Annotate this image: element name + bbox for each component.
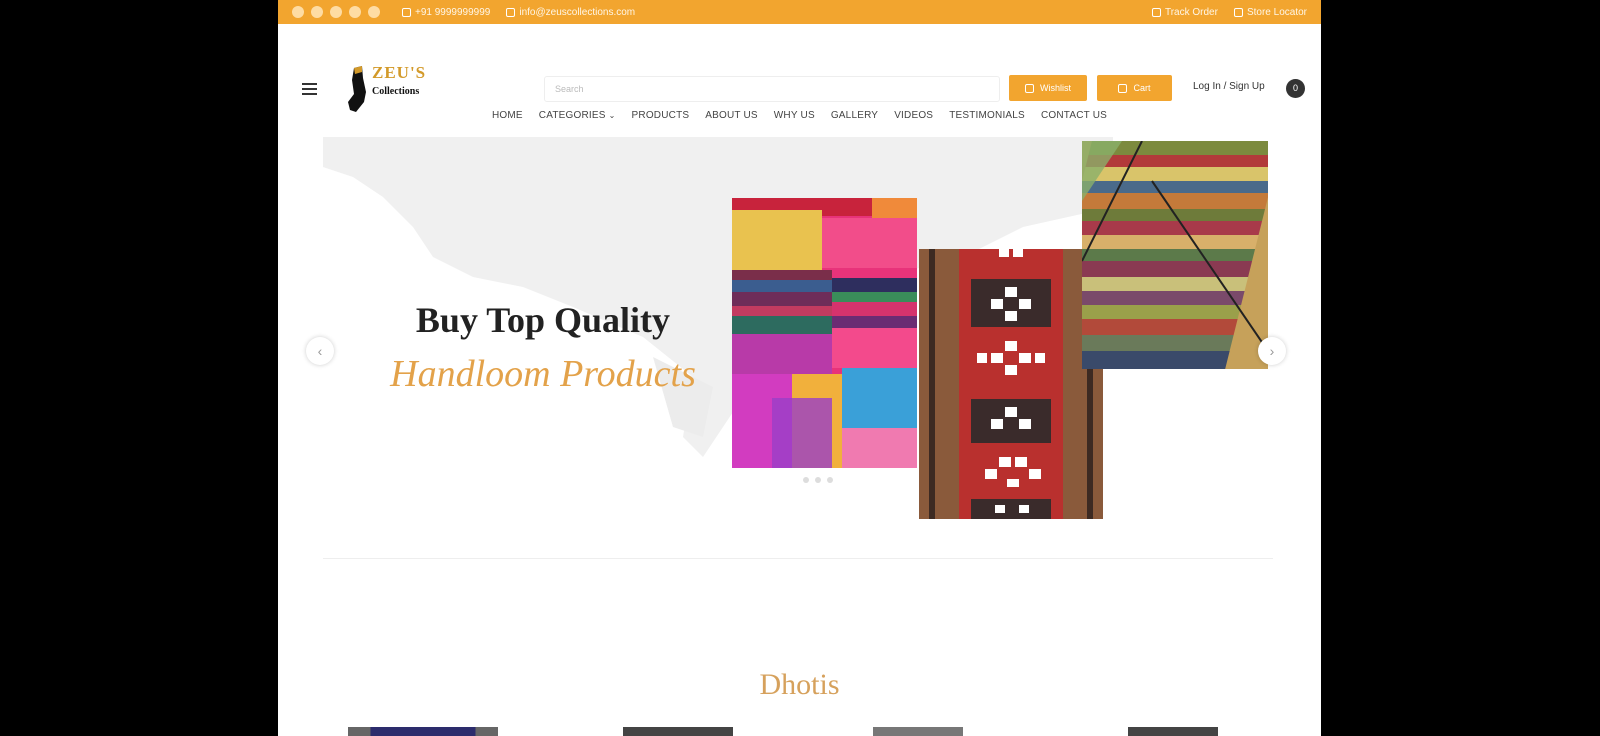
cart-label: Cart [1133, 83, 1151, 93]
slider-dot[interactable] [803, 477, 809, 483]
email-contact[interactable]: info@zeuscollections.com [506, 7, 635, 18]
phone-icon [402, 7, 411, 17]
truck-icon [1151, 7, 1161, 17]
nav-categories-label: CATEGORIES [538, 110, 606, 121]
site-header: ZEU'S Collections Search Wishlist Cart L… [278, 24, 1321, 112]
slider-dot[interactable] [815, 477, 821, 483]
nav-about-us[interactable]: ABOUT US [705, 110, 758, 121]
nav-gallery[interactable]: GALLERY [831, 110, 878, 121]
twitter-icon[interactable] [311, 6, 323, 18]
hero-slider: Buy Top Quality Handloom Products ‹ › [278, 137, 1321, 547]
store-locator-link[interactable]: Store Locator [1233, 6, 1307, 18]
slider-dot[interactable] [827, 477, 833, 483]
chevron-down-icon: ⌄ [608, 111, 616, 120]
logo-subtitle: Collections [372, 86, 420, 97]
top-bar: +91 9999999999 info@zeuscollections.com … [278, 0, 1321, 24]
heart-icon [1025, 83, 1034, 93]
facebook-icon[interactable] [292, 6, 304, 18]
hero-product-image-3 [1082, 141, 1268, 369]
nav-home[interactable]: HOME [492, 110, 523, 121]
email-text: info@zeuscollections.com [519, 6, 636, 18]
hero-product-image-2 [919, 249, 1103, 519]
slider-next-button[interactable]: › [1258, 337, 1286, 365]
track-order-label: Track Order [1164, 6, 1218, 18]
phone-text: +91 9999999999 [415, 6, 491, 18]
cart-button[interactable]: Cart [1097, 75, 1172, 101]
wishlist-button[interactable]: Wishlist [1009, 75, 1087, 101]
phone-contact[interactable]: +91 9999999999 [402, 7, 490, 18]
hero-product-image-1 [732, 198, 917, 468]
nav-testimonials[interactable]: TESTIMONIALS [949, 110, 1025, 121]
logo-mark-icon [348, 66, 366, 112]
hero-subheading: Handloom Products [390, 353, 696, 395]
login-signup-link[interactable]: Log In / Sign Up [1193, 81, 1265, 92]
instagram-icon[interactable] [330, 6, 342, 18]
nav-why-us[interactable]: WHY US [774, 110, 815, 121]
track-order-link[interactable]: Track Order [1151, 6, 1218, 18]
linkedin-icon[interactable] [368, 6, 380, 18]
store-locator-label: Store Locator [1246, 6, 1307, 18]
main-nav: HOME CATEGORIES ⌄ PRODUCTS ABOUT US WHY U… [278, 110, 1321, 121]
user-icon[interactable]: 0 [1286, 79, 1305, 98]
section-title: Dhotis [759, 668, 840, 701]
site-logo[interactable]: ZEU'S Collections [346, 64, 426, 114]
product-thumbnails-row [278, 727, 1321, 736]
hero-heading: Buy Top Quality [415, 300, 671, 340]
search-input[interactable]: Search [544, 76, 1000, 102]
product-thumbnail[interactable] [873, 727, 963, 736]
nav-products[interactable]: PRODUCTS [632, 110, 690, 121]
product-thumbnail[interactable] [623, 727, 733, 736]
youtube-icon[interactable] [349, 6, 361, 18]
product-thumbnail[interactable] [1128, 727, 1218, 736]
mail-icon [506, 7, 516, 17]
social-links [292, 6, 380, 18]
location-icon [1233, 7, 1243, 17]
logo-title: ZEU'S [372, 63, 427, 82]
slider-pagination [803, 477, 833, 483]
slider-prev-button[interactable]: ‹ [306, 337, 334, 365]
nav-categories[interactable]: CATEGORIES ⌄ [539, 110, 616, 121]
wishlist-label: Wishlist [1040, 83, 1071, 93]
product-thumbnail[interactable] [348, 727, 498, 736]
nav-videos[interactable]: VIDEOS [894, 110, 933, 121]
section-divider [323, 558, 1273, 559]
menu-icon[interactable] [302, 83, 317, 98]
nav-contact-us[interactable]: CONTACT US [1041, 110, 1107, 121]
cart-icon [1118, 83, 1128, 93]
page: +91 9999999999 info@zeuscollections.com … [278, 0, 1321, 736]
